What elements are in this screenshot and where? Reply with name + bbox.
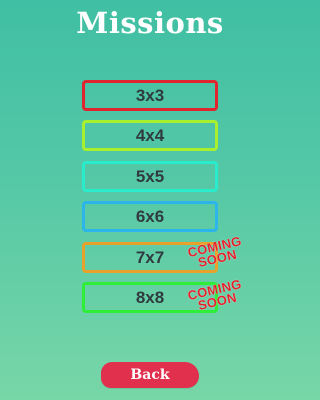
- mission-5x5-button[interactable]: 5x5: [82, 161, 218, 192]
- mission-label: 7x7: [135, 247, 165, 267]
- mission-label: 4x4: [135, 125, 165, 145]
- mission-6x6-button[interactable]: 6x6: [82, 201, 218, 232]
- mission-label: 6x6: [135, 206, 165, 226]
- back-button-label: Back: [130, 367, 170, 383]
- mission-4x4-button[interactable]: 4x4: [82, 120, 218, 151]
- mission-label: 3x3: [135, 85, 165, 105]
- mission-label: 8x8: [135, 287, 165, 307]
- mission-3x3-button[interactable]: 3x3: [82, 80, 218, 111]
- back-button[interactable]: Back: [101, 362, 199, 388]
- coming-soon-badge: COMING SOON: [184, 233, 248, 272]
- page-title: Missions: [76, 6, 224, 40]
- mission-label: 5x5: [135, 166, 165, 186]
